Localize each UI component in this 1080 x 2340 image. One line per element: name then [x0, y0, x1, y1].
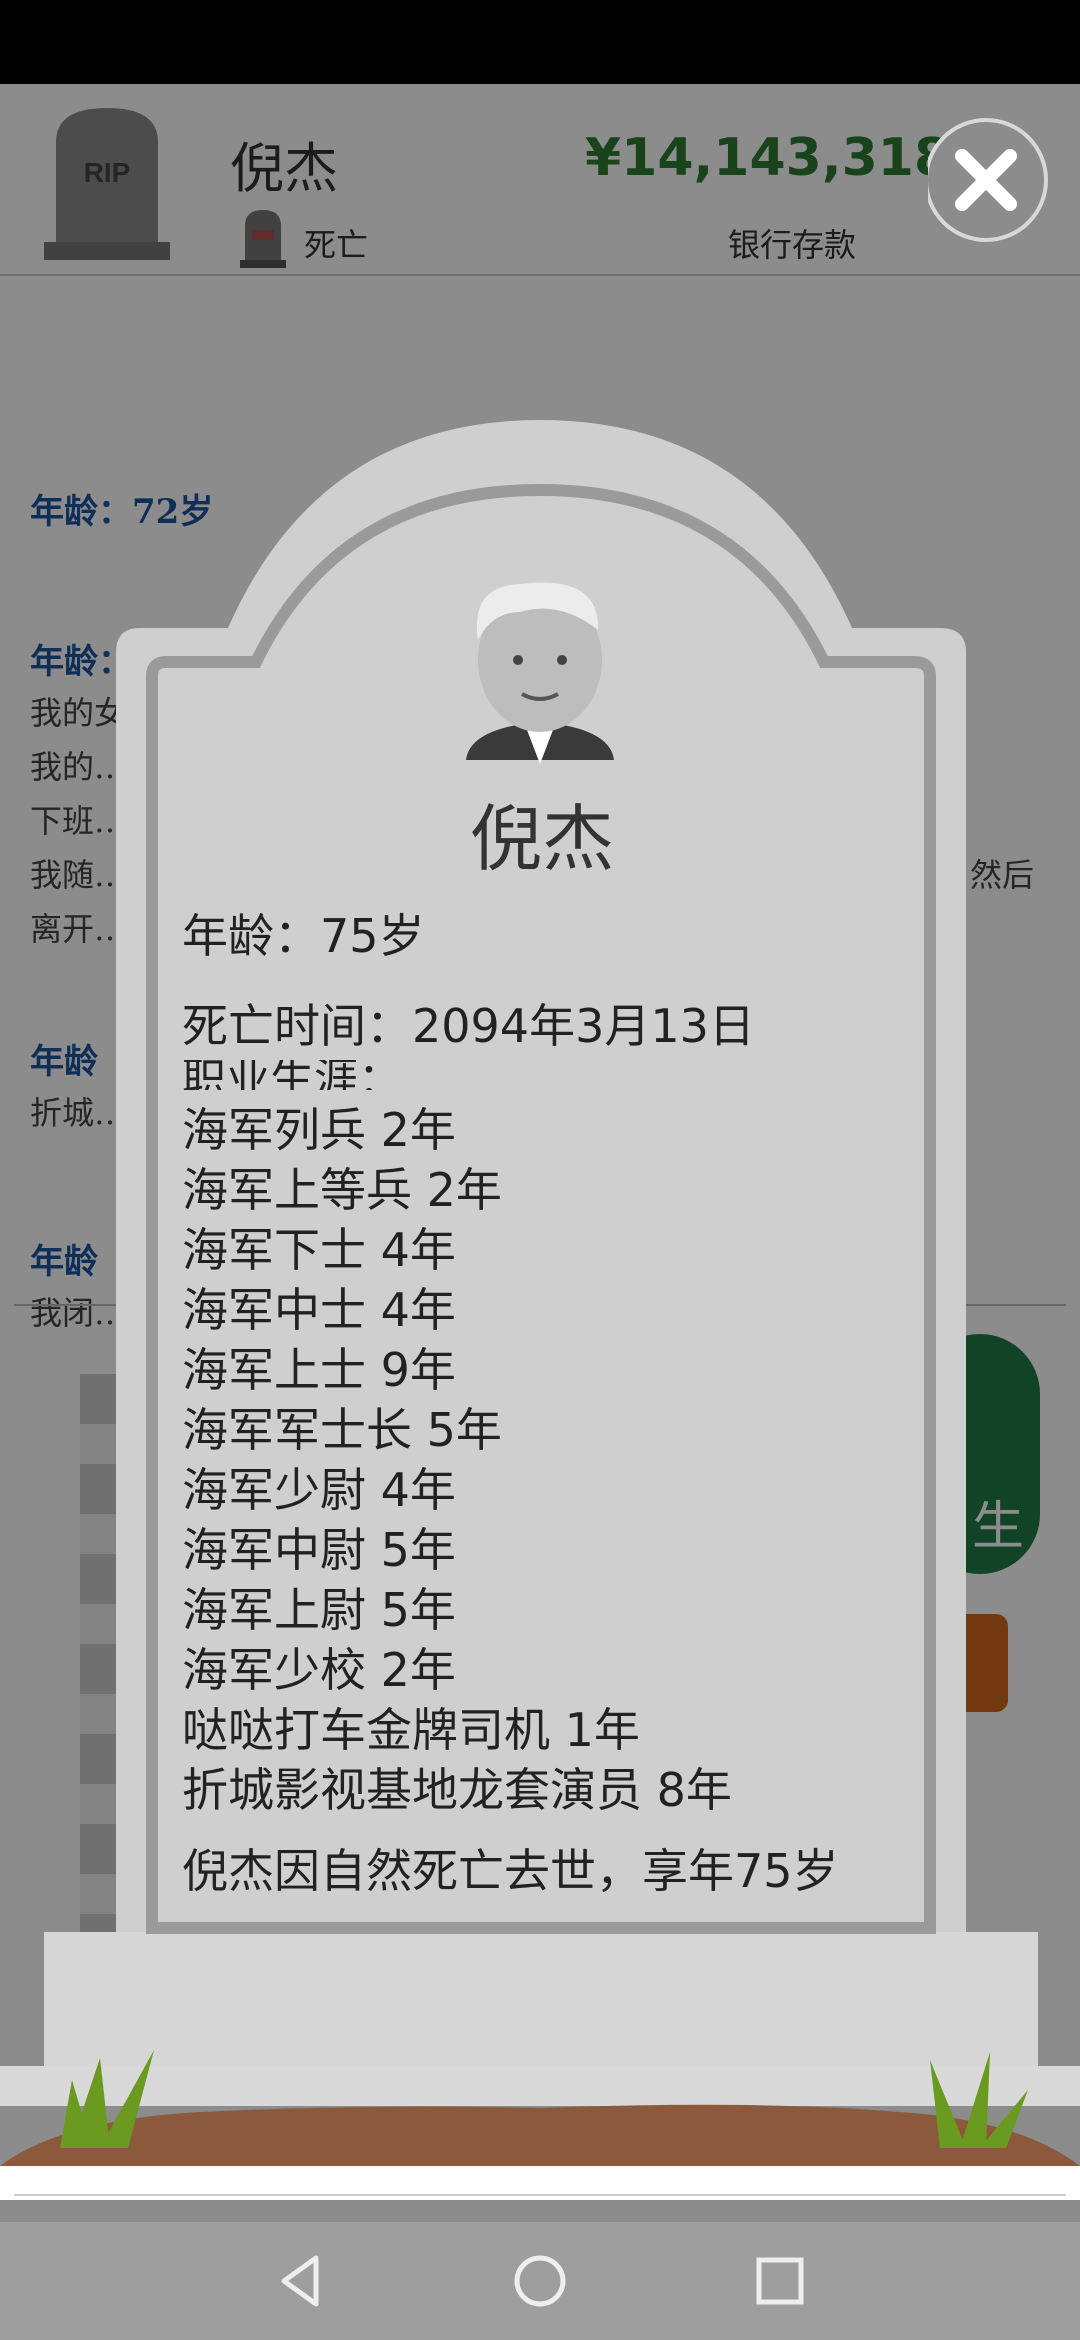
recents-button[interactable] [745, 2246, 815, 2316]
tombstone-name: 倪杰 [470, 797, 615, 881]
status-bar [0, 0, 1080, 84]
tombstone-death-date: 死亡时间：2094年3月13日 [182, 999, 755, 1053]
home-button[interactable] [505, 2246, 575, 2316]
career-item: 海军上尉 5年 [182, 1583, 456, 1637]
career-item: 哒哒打车金牌司机 1年 [182, 1703, 640, 1757]
back-button[interactable] [266, 2246, 336, 2316]
career-item: 海军少尉 4年 [182, 1463, 456, 1517]
recents-square-icon [756, 2257, 804, 2305]
tombstone-age: 年龄：75岁 [182, 909, 425, 963]
tombstone-career-header: 职业生涯： [182, 1060, 402, 1090]
career-item: 海军中士 4年 [182, 1283, 456, 1337]
career-item: 海军列兵 2年 [182, 1103, 456, 1157]
career-item: 海军军士长 5年 [182, 1403, 502, 1457]
career-item: 海军上士 9年 [182, 1343, 456, 1397]
career-item: 海军少校 2年 [182, 1643, 456, 1697]
tombstone-summary: 倪杰因自然死亡去世，享年75岁 [182, 1844, 839, 1898]
back-triangle-icon [281, 2255, 319, 2307]
career-item: 海军上等兵 2年 [182, 1163, 502, 1217]
career-item: 海军中尉 5年 [182, 1523, 456, 1577]
career-list: 海军列兵 2年 海军上等兵 2年 海军下士 4年 海军中士 4年 海军上士 9年… [182, 1100, 732, 1820]
navigation-bar [0, 2222, 1080, 2340]
career-item: 海军下士 4年 [182, 1223, 456, 1277]
home-circle-icon [514, 2255, 566, 2307]
close-button[interactable] [928, 118, 1080, 242]
career-item: 折城影视基地龙套演员 8年 [182, 1763, 732, 1817]
